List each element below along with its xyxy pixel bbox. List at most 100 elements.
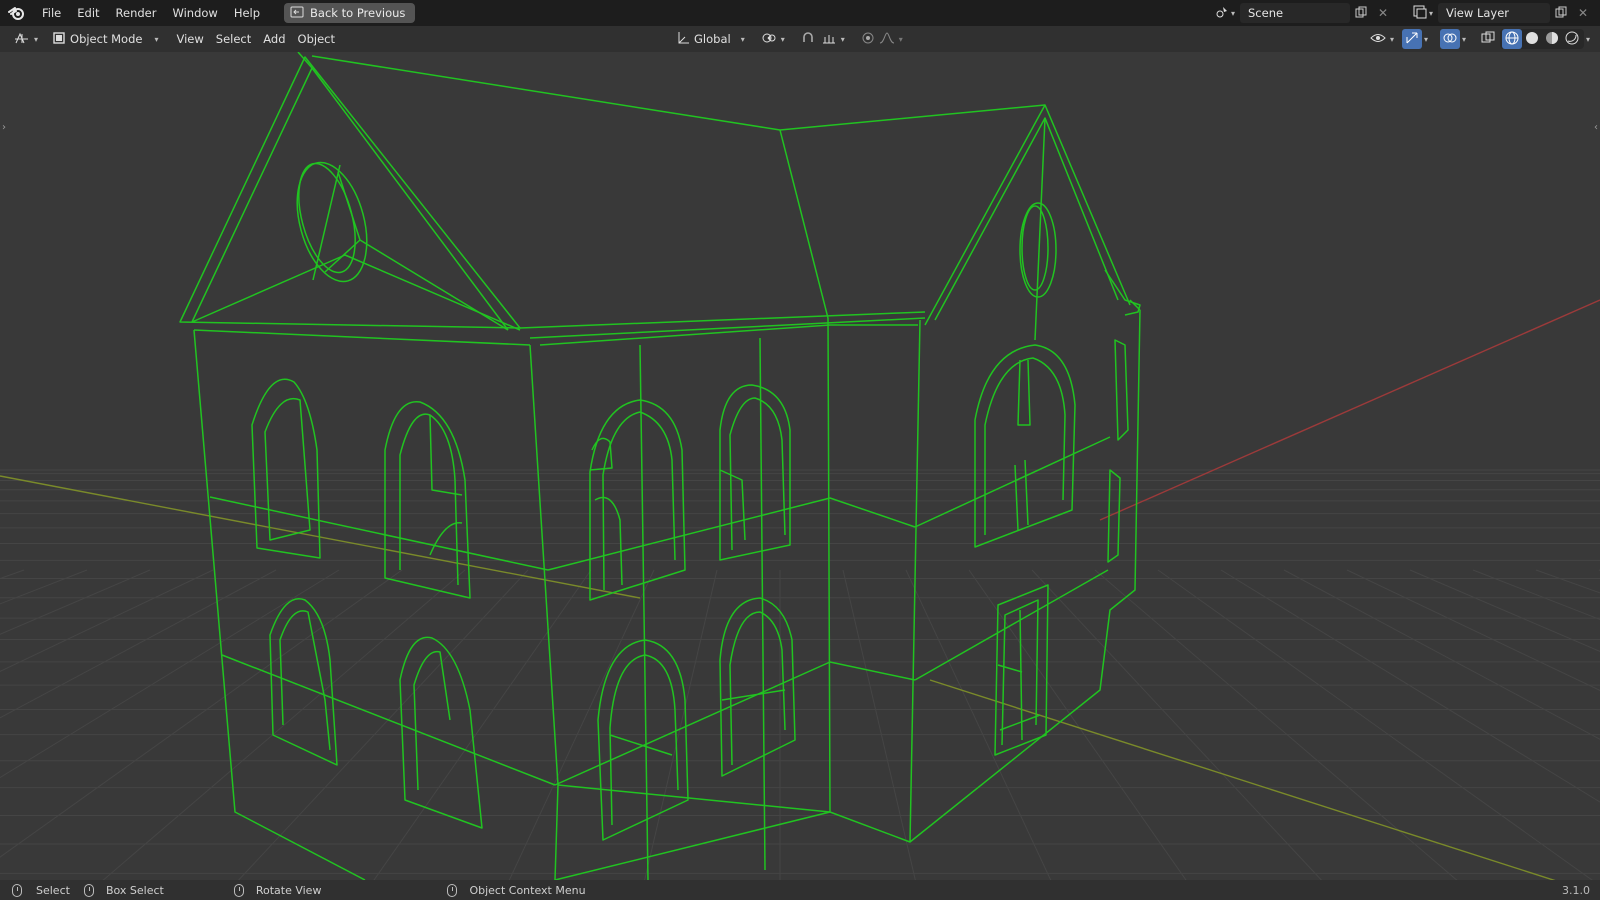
shading-mode-group: [1499, 29, 1584, 49]
snap-icon: [801, 31, 817, 48]
sidebar-expand-arrow-icon[interactable]: ‹: [1594, 122, 1598, 133]
menu-file[interactable]: File: [34, 0, 69, 26]
gizmo-toggle[interactable]: [1401, 29, 1422, 49]
wireframe-shading-button[interactable]: [1501, 29, 1522, 49]
view-layer-selector[interactable]: ▾: [1408, 3, 1438, 23]
blender-logo-icon[interactable]: [0, 0, 34, 26]
delete-view-layer-button[interactable]: ✕: [1572, 3, 1594, 23]
material-shading-icon: [1545, 31, 1559, 48]
chevron-down-icon[interactable]: ▾: [1586, 35, 1590, 44]
object-mode-icon: [52, 31, 66, 48]
status-rotate-view: Rotate View: [233, 883, 322, 897]
editor-type-button[interactable]: ▾: [8, 29, 44, 49]
new-view-layer-button[interactable]: [1550, 3, 1572, 23]
mouse-middle-icon: [233, 883, 244, 897]
chevron-down-icon: ▾: [154, 34, 159, 44]
view-layer-name: View Layer: [1446, 6, 1510, 20]
scene-selector[interactable]: ▾: [1210, 3, 1240, 23]
menu-add[interactable]: Add: [257, 29, 291, 49]
grid-line: [1094, 569, 1458, 880]
grid-line: [0, 569, 151, 635]
transform-orientation-dropdown[interactable]: Global ▾: [670, 29, 751, 49]
scene-name-field[interactable]: Scene: [1240, 3, 1350, 23]
status-rotate-view-label: Rotate View: [255, 883, 322, 897]
object-mode-dropdown[interactable]: Object Mode ▾: [46, 29, 165, 49]
grid-line: [905, 569, 1052, 880]
xray-icon: [1481, 31, 1495, 48]
pivot-point-dropdown[interactable]: ▾: [755, 29, 791, 49]
xray-toggle[interactable]: [1478, 29, 1498, 49]
transform-orientation-icon: [676, 31, 690, 48]
visibility-icon: [1370, 31, 1386, 48]
menu-edit[interactable]: Edit: [69, 0, 107, 26]
status-box-select-label: Box Select: [105, 883, 164, 897]
visibility-dropdown[interactable]: ▾: [1364, 29, 1400, 49]
grid-line: [1409, 569, 1600, 652]
top-bar: File Edit Render Window Help Back to Pre…: [0, 0, 1600, 26]
3d-viewport[interactable]: › ‹: [0, 52, 1600, 880]
chevron-down-icon[interactable]: ▾: [1462, 35, 1466, 44]
grid-line: [968, 569, 1187, 880]
viewport-canvas[interactable]: [0, 52, 1600, 880]
falloff-icon: [879, 31, 895, 48]
status-select-label: Select: [36, 883, 70, 897]
overlay-icon: [1443, 31, 1457, 48]
delete-scene-button[interactable]: ✕: [1372, 3, 1394, 23]
wireframe-shading-icon: [1505, 31, 1519, 48]
grid-line: [1031, 569, 1323, 880]
menu-window[interactable]: Window: [164, 0, 225, 26]
scene-name: Scene: [1248, 6, 1284, 20]
chevron-down-icon: ▾: [34, 34, 39, 44]
rendered-shading-icon: [1565, 31, 1579, 48]
solid-shading-button[interactable]: [1522, 29, 1542, 49]
menu-help[interactable]: Help: [226, 0, 268, 26]
copy-icon: [1555, 6, 1567, 21]
chevron-down-icon: ▾: [1428, 8, 1433, 18]
grid-line: [1157, 569, 1593, 880]
menu-object[interactable]: Object: [292, 29, 341, 49]
chevron-down-icon: ▾: [898, 34, 903, 44]
proportional-edit-toggle[interactable]: ▾: [855, 29, 909, 49]
solid-shading-icon: [1525, 31, 1539, 48]
status-select: Select: [12, 883, 70, 897]
snap-toggle[interactable]: ▾: [795, 29, 851, 49]
grid-line: [842, 569, 916, 880]
snap-increment-icon: [821, 31, 837, 48]
menu-select[interactable]: Select: [210, 29, 257, 49]
back-to-previous-button[interactable]: Back to Previous: [284, 3, 416, 23]
chevron-down-icon: ▾: [740, 34, 745, 44]
pivot-point-icon: [761, 31, 777, 48]
proportional-edit-icon: [861, 31, 875, 48]
material-shading-button[interactable]: [1542, 29, 1562, 49]
grid-line: [0, 569, 340, 779]
chevron-down-icon[interactable]: ▾: [1424, 35, 1428, 44]
grid-line: [508, 569, 655, 880]
new-scene-button[interactable]: [1350, 3, 1372, 23]
mouse-left-icon: [12, 883, 22, 897]
menu-render[interactable]: Render: [108, 0, 165, 26]
view-layer-name-field[interactable]: View Layer: [1438, 3, 1550, 23]
gizmo-icon: [1405, 31, 1419, 48]
overlay-toggle[interactable]: [1439, 29, 1460, 49]
grid-line: [0, 569, 214, 672]
editor-type-icon: [14, 31, 30, 48]
status-box-select: Box Select: [83, 883, 164, 897]
toolbar-expand-arrow-icon[interactable]: ›: [2, 122, 6, 133]
menu-view[interactable]: View: [170, 29, 209, 49]
grid-line: [1283, 569, 1600, 740]
house-wireframe[interactable]: [179, 52, 1141, 880]
close-icon: ✕: [1377, 6, 1389, 20]
grid-line: [0, 569, 403, 858]
grid-line: [644, 569, 718, 880]
back-button-label: Back to Previous: [310, 6, 406, 20]
chevron-down-icon: ▾: [1389, 34, 1394, 44]
rendered-shading-button[interactable]: [1562, 29, 1582, 49]
status-context-menu-label: Object Context Menu: [469, 883, 586, 897]
chevron-down-icon: ▾: [840, 34, 845, 44]
chevron-down-icon: ▾: [780, 34, 785, 44]
chevron-down-icon: ▾: [1230, 8, 1235, 18]
mouse-drag-icon: [83, 883, 94, 897]
grid-line: [0, 569, 25, 580]
grid-line: [1535, 569, 1600, 594]
mouse-right-icon: [447, 883, 458, 897]
